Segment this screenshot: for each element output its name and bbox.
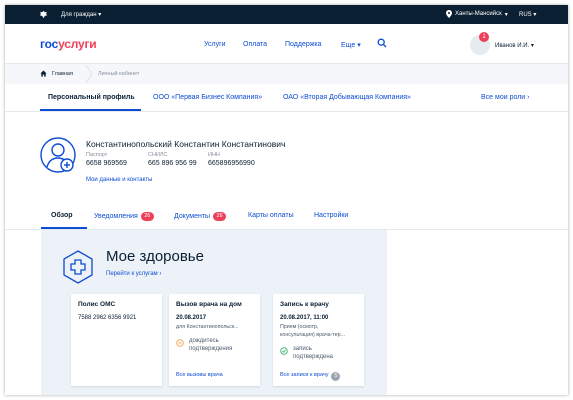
snils-value: 665 896 956 99 [148, 160, 197, 167]
breadcrumb: Главная Личный кабинет [5, 64, 568, 84]
all-appointments-link[interactable]: Все записи к врачу 5 [280, 372, 341, 381]
search-icon[interactable] [377, 38, 387, 48]
tab-overview[interactable]: Обзор [51, 212, 73, 219]
status-line-2: подтверждена [293, 354, 333, 360]
main-header: госуслуги Услуги Оплата Поддержка Еще ▾ … [5, 24, 568, 64]
location-selector[interactable]: Ханты-Мансийск ▾ [446, 10, 508, 18]
tabs-divider [5, 111, 568, 112]
notification-badge: 1 [479, 32, 489, 42]
my-data-link[interactable]: Мои данные и контакты [86, 177, 152, 183]
breadcrumb-separator [85, 65, 93, 83]
oms-number: 7588 2962 6356 9921 [78, 315, 137, 321]
tab-notifications[interactable]: Уведомления 26 [94, 212, 154, 221]
tab-company-1[interactable]: ООО «Первая Бизнес Компания» [153, 94, 262, 101]
app-window: Для граждан ▾ Ханты-Мансийск ▾ RUS ▾ госу… [5, 5, 568, 395]
tab-company-2[interactable]: ОАО «Вторая Добывающая Компания» [283, 94, 411, 101]
emblem-icon [39, 10, 48, 19]
health-title: Мое здоровье [106, 248, 204, 265]
chevron-right-icon: › [159, 271, 162, 277]
inn-value: 665896956990 [208, 160, 255, 167]
doctor-appointment-card[interactable]: Запись к врачу 20.08.2017, 11:00 Прием (… [273, 294, 364, 386]
passport-label: Паспорт [86, 152, 108, 158]
notifications-count-badge: 26 [140, 212, 154, 221]
pending-clock-icon [176, 339, 184, 347]
breadcrumb-home[interactable]: Главная [52, 71, 73, 77]
check-circle-icon [280, 347, 288, 355]
caret-down-icon: ▾ [98, 12, 102, 18]
doctor-home-visit-card[interactable]: Вызов врача на дом 20.08.2017 для Конста… [169, 294, 260, 386]
nav-support[interactable]: Поддержка [285, 41, 322, 48]
tab-payment-cards[interactable]: Карты оплаты [248, 212, 294, 219]
caret-down-icon: ▾ [504, 11, 508, 18]
appointments-count-badge: 5 [331, 372, 341, 381]
status-line-1: дождитесь [189, 338, 219, 344]
card-title: Полис ОМС [78, 301, 116, 308]
card-subtitle-line-2: консультация) врача-тер... [280, 331, 346, 338]
all-roles-link[interactable]: Все мои роли › [481, 94, 530, 101]
language-selector[interactable]: RUS ▾ [519, 11, 536, 18]
snils-label: СНИЛС [148, 152, 168, 158]
caret-down-icon: ▾ [357, 42, 361, 49]
location-pin-icon [446, 10, 452, 18]
citizens-dropdown[interactable]: Для граждан ▾ [61, 11, 101, 18]
nav-payment[interactable]: Оплата [243, 41, 267, 48]
tab-settings[interactable]: Настройки [314, 212, 348, 219]
caret-down-icon: ▾ [530, 43, 534, 49]
active-subtab-indicator [41, 227, 87, 229]
go-to-services-link[interactable]: Перейти к услугам › [106, 271, 161, 277]
nav-more[interactable]: Еще ▾ [341, 41, 361, 49]
health-panel: Мое здоровье Перейти к услугам › Полис О… [41, 230, 387, 395]
status-line-1: запись [293, 346, 312, 352]
all-doctor-visits-link[interactable]: Все вызовы врача [176, 372, 223, 378]
home-icon [40, 70, 47, 77]
card-subtitle: для Константинопольск... [176, 324, 239, 330]
passport-value: 6658 969569 [86, 160, 127, 167]
documents-count-badge: 26 [213, 212, 227, 221]
nav-services[interactable]: Услуги [204, 41, 226, 48]
caret-down-icon: ▾ [533, 12, 537, 18]
card-date: 20.08.2017 [176, 315, 207, 321]
card-subtitle-line-1: Прием (осмотр, [280, 324, 319, 330]
breadcrumb-current: Личный кабинет [98, 71, 140, 77]
oms-policy-card[interactable]: Полис ОМС 7588 2962 6356 9921 [71, 294, 162, 386]
user-menu[interactable]: Иванов И.И. ▾ [495, 42, 534, 49]
user-full-name: Константинопольский Константин Константи… [86, 139, 286, 149]
gosuslugi-logo[interactable]: госуслуги [40, 37, 97, 51]
active-tab-indicator [40, 109, 141, 111]
top-bar: Для граждан ▾ Ханты-Мансийск ▾ RUS ▾ [5, 5, 568, 24]
inn-label: ИНН [208, 152, 220, 158]
card-title: Запись к врачу [280, 301, 329, 308]
medical-cross-icon [63, 250, 93, 284]
card-date: 20.08.2017, 11:00 [280, 315, 329, 321]
user-add-icon [40, 137, 76, 173]
card-title: Вызов врача на дом [176, 301, 242, 308]
tab-personal-profile[interactable]: Персональный профиль [48, 94, 135, 101]
tab-documents[interactable]: Документы 26 [174, 212, 227, 221]
chevron-right-icon: › [527, 94, 530, 101]
status-line-2: подтверждения [189, 346, 233, 352]
